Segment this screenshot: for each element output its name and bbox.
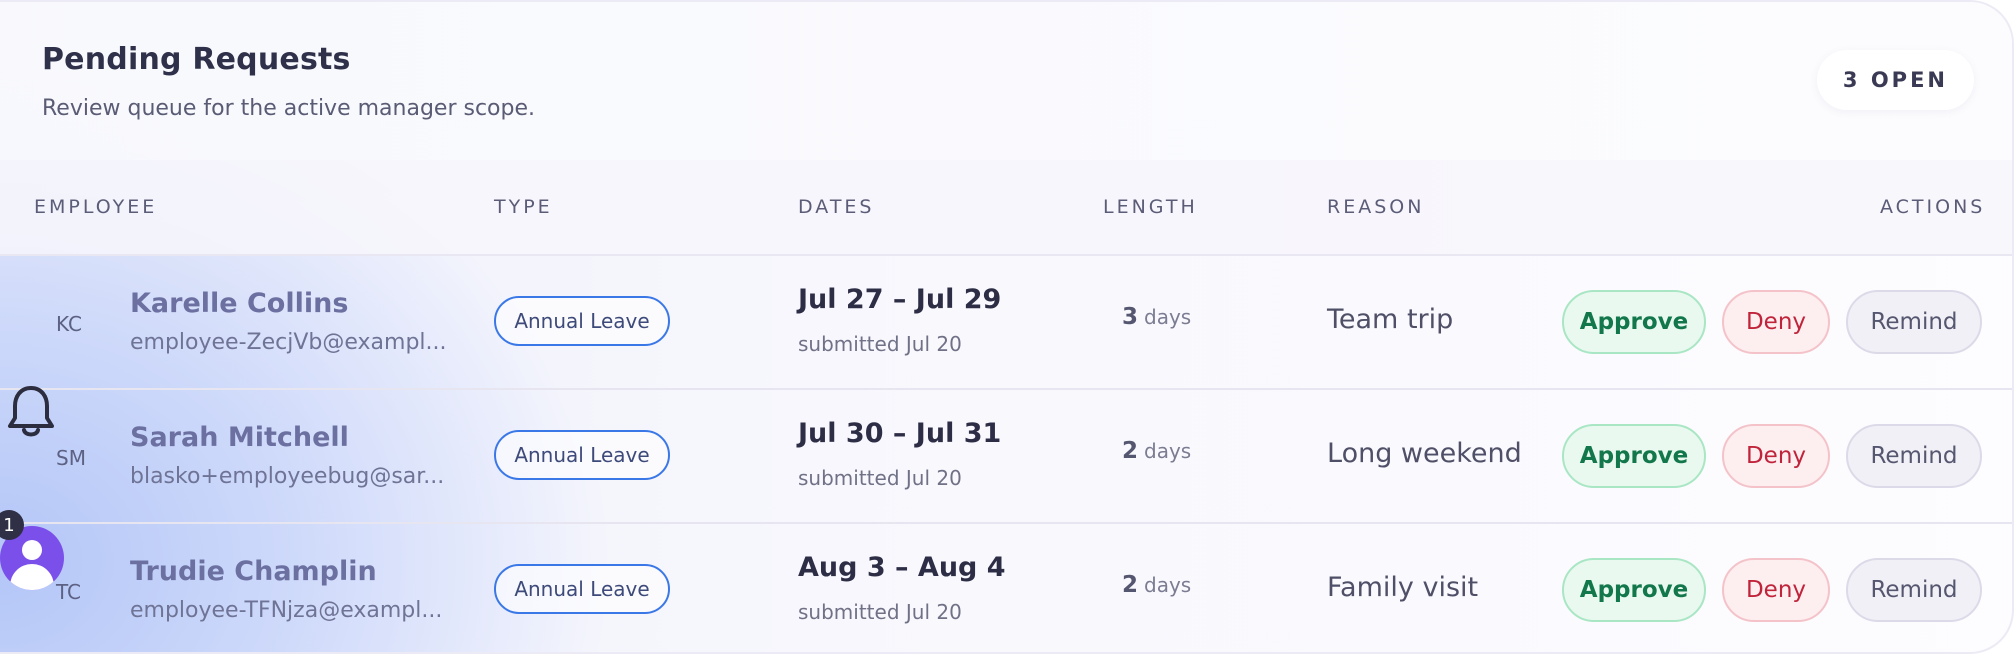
table-row: KC Karelle Collins employee-ZecjVb@examp…: [0, 256, 2012, 390]
length-number: 3: [1122, 304, 1139, 330]
leave-reason: Long weekend: [1327, 438, 1522, 469]
length-unit: days: [1144, 573, 1192, 597]
table-row: TC Trudie Champlin employee-TFNjza@examp…: [0, 524, 2012, 652]
card-header: Pending Requests Review queue for the ac…: [0, 2, 2012, 160]
employee-initials: KC: [56, 312, 82, 336]
column-header-length: LENGTH: [1103, 196, 1198, 218]
column-header-employee: EMPLOYEE: [34, 196, 158, 218]
open-count-badge: 3 OPEN: [1816, 50, 1974, 110]
length-value: 2 days: [1122, 438, 1191, 464]
remind-button[interactable]: Remind: [1846, 558, 1982, 622]
submitted-date: submitted Jul 20: [798, 466, 962, 490]
length-value: 3 days: [1122, 304, 1191, 330]
date-range: Aug 3 – Aug 4: [798, 552, 1006, 583]
date-range: Jul 30 – Jul 31: [798, 418, 1002, 449]
length-unit: days: [1144, 439, 1192, 463]
column-header-reason: REASON: [1327, 196, 1425, 218]
leave-type-pill: Annual Leave: [494, 430, 670, 480]
submitted-date: submitted Jul 20: [798, 332, 962, 356]
leave-type-pill: Annual Leave: [494, 564, 670, 614]
column-header-type: TYPE: [494, 196, 553, 218]
submitted-date: submitted Jul 20: [798, 600, 962, 624]
bell-icon[interactable]: [6, 384, 56, 440]
page-subtitle: Review queue for the active manager scop…: [42, 96, 535, 121]
employee-initials: TC: [56, 580, 82, 604]
employee-name: Sarah Mitchell: [130, 422, 349, 453]
employee-email: blasko+employeebug@sar...: [130, 464, 445, 489]
length-unit: days: [1144, 305, 1192, 329]
column-header-actions: ACTIONS: [1880, 196, 1986, 218]
deny-button[interactable]: Deny: [1722, 290, 1830, 354]
length-number: 2: [1122, 572, 1139, 598]
employee-email: employee-TFNjza@exampl...: [130, 598, 443, 623]
deny-button[interactable]: Deny: [1722, 558, 1830, 622]
page-title: Pending Requests: [42, 42, 351, 77]
employee-email: employee-ZecjVb@exampl...: [130, 330, 447, 355]
remind-button[interactable]: Remind: [1846, 290, 1982, 354]
deny-button[interactable]: Deny: [1722, 424, 1830, 488]
table-row: SM Sarah Mitchell blasko+employeebug@sar…: [0, 390, 2012, 524]
table-header: EMPLOYEE TYPE DATES LENGTH REASON ACTION…: [0, 160, 2012, 256]
date-range: Jul 27 – Jul 29: [798, 284, 1002, 315]
approve-button[interactable]: Approve: [1562, 424, 1706, 488]
leave-reason: Family visit: [1327, 572, 1479, 603]
avatar-body-shape: [10, 564, 54, 590]
column-header-dates: DATES: [798, 196, 875, 218]
approve-button[interactable]: Approve: [1562, 290, 1706, 354]
length-value: 2 days: [1122, 572, 1191, 598]
employee-name: Karelle Collins: [130, 288, 349, 319]
approve-button[interactable]: Approve: [1562, 558, 1706, 622]
remind-button[interactable]: Remind: [1846, 424, 1982, 488]
leave-reason: Team trip: [1327, 304, 1454, 335]
pending-requests-card: Pending Requests Review queue for the ac…: [0, 0, 2014, 654]
leave-type-pill: Annual Leave: [494, 296, 670, 346]
employee-name: Trudie Champlin: [130, 556, 377, 587]
length-number: 2: [1122, 438, 1139, 464]
avatar-head-shape: [22, 540, 42, 560]
employee-initials: SM: [56, 446, 86, 470]
